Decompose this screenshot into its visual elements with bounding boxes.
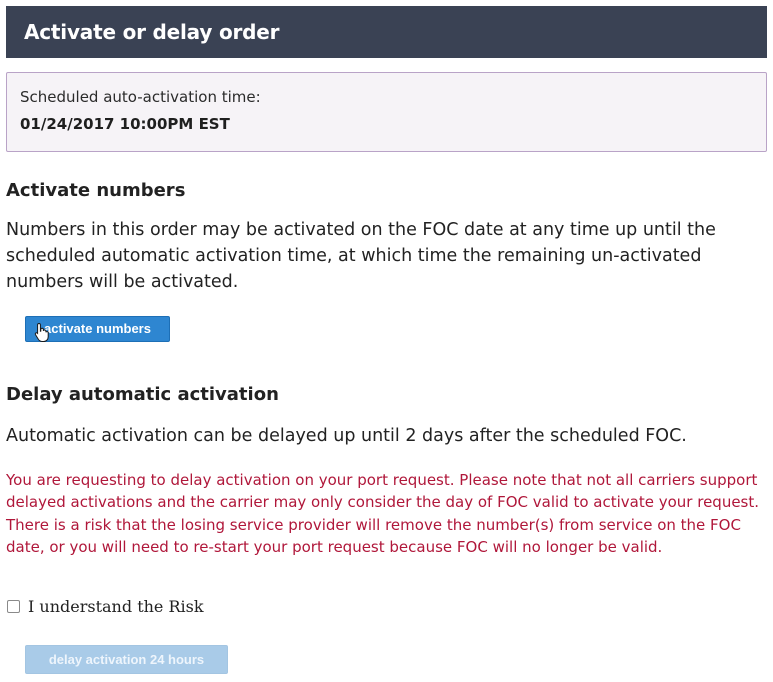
delay-risk-warning: You are requesting to delay activation o… [6, 471, 760, 557]
understand-risk-label: I understand the Risk [28, 597, 204, 616]
activate-numbers-description: Numbers in this order may be activated o… [6, 220, 716, 292]
page-header: Activate or delay order [6, 6, 767, 58]
understand-risk-row[interactable]: I understand the Risk [6, 597, 204, 616]
delay-activation-button[interactable]: delay activation 24 hours [25, 645, 228, 674]
scheduled-activation-box: Scheduled auto-activation time: 01/24/20… [6, 72, 767, 152]
page-title: Activate or delay order [24, 20, 280, 44]
activate-numbers-heading: Activate numbers [6, 180, 186, 201]
scheduled-activation-value: 01/24/2017 10:00PM EST [20, 115, 230, 133]
scheduled-activation-label: Scheduled auto-activation time: [20, 88, 261, 106]
understand-risk-checkbox[interactable] [7, 600, 20, 613]
delay-activation-description: Automatic activation can be delayed up u… [6, 426, 687, 446]
activate-numbers-button[interactable]: activate numbers [25, 316, 170, 342]
delay-activation-heading: Delay automatic activation [6, 384, 279, 405]
